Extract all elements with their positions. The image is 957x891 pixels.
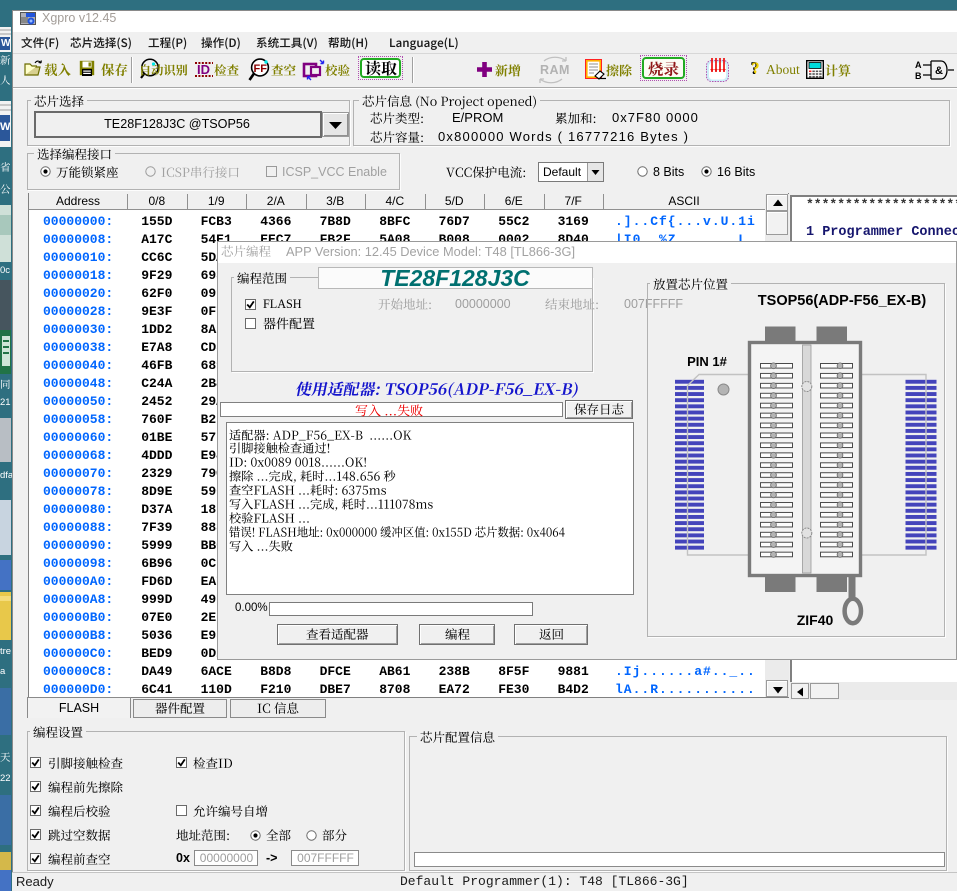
svg-text:B: B — [915, 71, 922, 81]
svg-text:&: & — [935, 65, 943, 77]
svg-text:A: A — [915, 60, 922, 70]
svg-text:ID: ID — [197, 62, 210, 77]
svg-text:FF: FF — [254, 63, 268, 75]
